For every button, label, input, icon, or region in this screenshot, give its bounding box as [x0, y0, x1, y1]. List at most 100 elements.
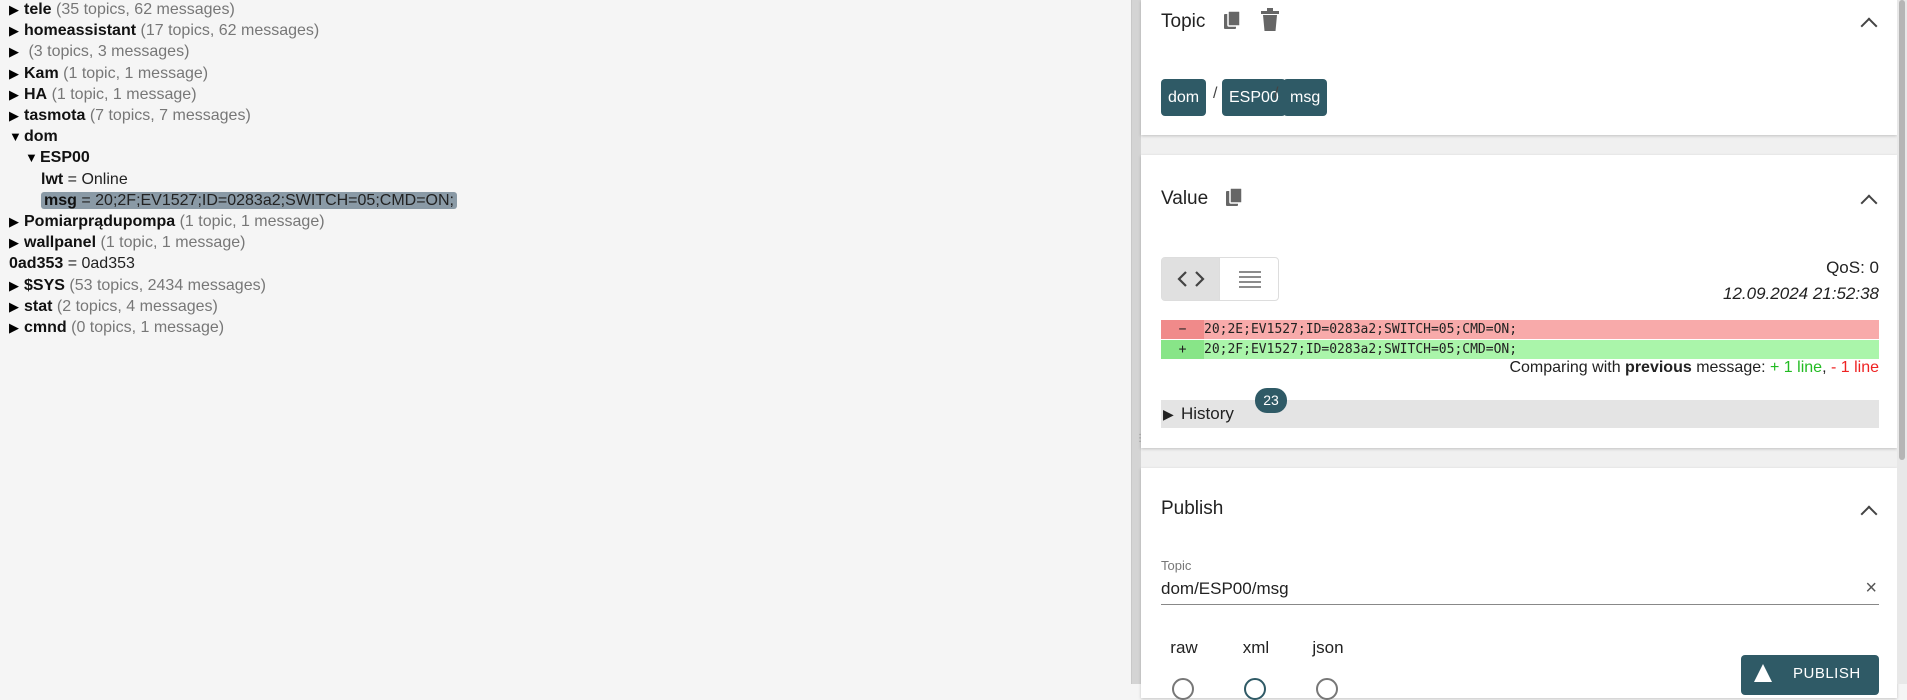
copy-topic-icon[interactable]	[1222, 10, 1242, 37]
tree-row[interactable]: lwt = Online	[41, 170, 128, 190]
topic-name: $SYS	[24, 276, 65, 294]
breadcrumb-segment[interactable]: dom	[1161, 79, 1207, 116]
expand-triangle-icon[interactable]: ▶	[9, 106, 24, 126]
topic-name: stat	[24, 297, 53, 315]
panel-scrollbar[interactable]	[1897, 0, 1907, 684]
topic-name: dom	[24, 128, 58, 146]
tree-row[interactable]: ▶ HA (1 topic, 1 message)	[9, 85, 197, 105]
code-view-button[interactable]	[1162, 258, 1220, 300]
tree-node[interactable]: homeassistant (17 topics, 62 messages)	[24, 22, 319, 39]
panel-resizer[interactable]: ⋮	[1131, 0, 1145, 684]
collapse-publish-chevron-icon[interactable]	[1860, 505, 1878, 523]
tree-node[interactable]: tele (35 topics, 62 messages)	[24, 1, 235, 18]
lines-icon	[1239, 271, 1261, 288]
view-mode-toggle	[1161, 257, 1279, 301]
publish-topic-value: dom/ESP00/msg	[1161, 579, 1289, 598]
tree-row[interactable]: ▶ (3 topics, 3 messages)	[9, 42, 189, 62]
tree-row[interactable]: ▶ Kam (1 topic, 1 message)	[9, 64, 208, 84]
tree-row[interactable]: msg = 20;2F;EV1527;ID=0283a2;SWITCH=05;C…	[41, 191, 457, 211]
text-view-button[interactable]	[1221, 258, 1279, 300]
tree-node[interactable]: tasmota (7 topics, 7 messages)	[24, 107, 251, 124]
expand-triangle-icon[interactable]: ▶	[9, 42, 24, 62]
breadcrumb-separator: /	[1213, 85, 1218, 102]
tree-node[interactable]: cmnd (0 topics, 1 message)	[24, 319, 224, 336]
publish-button-label: PUBLISH	[1793, 665, 1861, 682]
tree-row[interactable]: ▶ stat (2 topics, 4 messages)	[9, 297, 218, 317]
expand-triangle-icon[interactable]: ▶	[9, 0, 24, 20]
tree-row[interactable]: ▶ wallpanel (1 topic, 1 message)	[9, 233, 245, 253]
topic-value: = Online	[67, 170, 128, 188]
tree-row[interactable]: ▼ dom	[9, 127, 58, 147]
topic-tree: ▶ tele (35 topics, 62 messages) ▶ homeassis…	[0, 0, 1131, 684]
publish-button[interactable]: PUBLISH	[1741, 655, 1879, 695]
diff-added-line: +20;2F;EV1527;ID=0283a2;SWITCH=05;CMD=ON…	[1161, 340, 1879, 359]
collapse-triangle-icon[interactable]: ▼	[25, 148, 40, 168]
tree-node[interactable]: ESP00	[40, 149, 90, 166]
expand-triangle-icon[interactable]: ▶	[9, 64, 24, 84]
delete-topic-icon[interactable]	[1260, 8, 1280, 37]
breadcrumb-separator: /	[1274, 85, 1279, 102]
selected-topic[interactable]: msg = 20;2F;EV1527;ID=0283a2;SWITCH=05;C…	[41, 191, 457, 209]
compare-separator: ,	[1822, 359, 1827, 376]
qos-label: QoS: 0	[1826, 258, 1879, 277]
publish-topic-input[interactable]: dom/ESP00/msg ×	[1161, 573, 1879, 605]
format-label-json: json	[1312, 638, 1344, 657]
diff-sign: −	[1161, 320, 1204, 339]
format-radio-raw[interactable]	[1172, 678, 1194, 700]
tree-row[interactable]: ▶ cmnd (0 topics, 1 message)	[9, 318, 224, 338]
expand-triangle-icon[interactable]: ▶	[9, 276, 24, 296]
tree-node[interactable]: wallpanel (1 topic, 1 message)	[24, 234, 245, 251]
collapse-value-chevron-icon[interactable]	[1860, 194, 1878, 212]
topic-stats: (1 topic, 1 message)	[63, 64, 209, 82]
topic-name: HA	[24, 85, 48, 103]
expand-triangle-icon[interactable]: ▶	[9, 233, 24, 253]
tree-node[interactable]: HA (1 topic, 1 message)	[24, 86, 197, 103]
tree-row[interactable]: ▶ Pomiarprądupompa (1 topic, 1 message)	[9, 212, 325, 232]
expand-triangle-icon[interactable]: ▶	[9, 85, 24, 105]
removed-lines-count: - 1 line	[1830, 359, 1879, 376]
compare-mode[interactable]: previous	[1625, 359, 1692, 376]
topic-stats: (7 topics, 7 messages)	[89, 107, 251, 124]
topic-stats: (1 topic, 1 message)	[179, 213, 325, 230]
tree-node[interactable]: 0ad353 = 0ad353	[9, 255, 135, 272]
format-radio-xml[interactable]	[1244, 678, 1266, 700]
tree-node[interactable]: Kam (1 topic, 1 message)	[24, 65, 208, 82]
expand-triangle-icon[interactable]: ▶	[9, 297, 24, 317]
tree-row[interactable]: 0ad353 = 0ad353	[9, 254, 135, 274]
tree-node[interactable]: dom	[24, 128, 58, 145]
topic-name: lwt	[41, 170, 64, 188]
expand-history-icon: ▶	[1163, 406, 1174, 422]
breadcrumb-segment[interactable]: msg	[1283, 79, 1328, 116]
topic-stats: (35 topics, 62 messages)	[56, 1, 235, 18]
message-timestamp: 12.09.2024 21:52:38	[1723, 284, 1879, 303]
topic-name: ESP00	[40, 149, 90, 167]
tree-row[interactable]: ▶ homeassistant (17 topics, 62 messages)	[9, 21, 319, 41]
send-icon	[1754, 664, 1772, 682]
topic-stats: (3 topics, 3 messages)	[28, 43, 190, 61]
format-radio-json[interactable]	[1316, 678, 1338, 700]
expand-triangle-icon[interactable]: ▶	[9, 21, 24, 41]
tree-node[interactable]: lwt = Online	[41, 171, 128, 188]
expand-triangle-icon[interactable]: ▶	[9, 212, 24, 232]
scrollbar-thumb[interactable]	[1899, 0, 1905, 460]
tree-node[interactable]: $SYS (53 topics, 2434 messages)	[24, 277, 266, 294]
expand-triangle-icon[interactable]: ▶	[9, 318, 24, 338]
tree-row[interactable]: ▶ tasmota (7 topics, 7 messages)	[9, 106, 251, 126]
topic-value: = 0ad353	[67, 255, 135, 273]
topic-stats: (2 topics, 4 messages)	[56, 297, 218, 315]
tree-node[interactable]: (3 topics, 3 messages)	[24, 43, 189, 60]
tree-row[interactable]: ▶ $SYS (53 topics, 2434 messages)	[9, 276, 266, 296]
topic-name: cmnd	[24, 319, 67, 336]
tree-row[interactable]: ▶ tele (35 topics, 62 messages)	[9, 0, 235, 20]
tree-node[interactable]: Pomiarprądupompa (1 topic, 1 message)	[24, 213, 325, 230]
topic-value: = 20;2F;EV1527;ID=0283a2;SWITCH=05;CMD=O…	[81, 191, 454, 209]
collapse-topic-chevron-icon[interactable]	[1860, 17, 1878, 35]
collapse-triangle-icon[interactable]: ▼	[9, 127, 24, 147]
tree-row[interactable]: ▼ ESP00	[25, 148, 90, 168]
copy-value-icon[interactable]	[1224, 187, 1244, 214]
clear-topic-icon[interactable]: ×	[1865, 577, 1877, 600]
tree-node[interactable]: stat (2 topics, 4 messages)	[24, 298, 218, 315]
topic-stats: (17 topics, 62 messages)	[140, 22, 320, 40]
topic-stats: (0 topics, 1 message)	[71, 319, 225, 336]
topic-name: tele	[24, 1, 52, 18]
